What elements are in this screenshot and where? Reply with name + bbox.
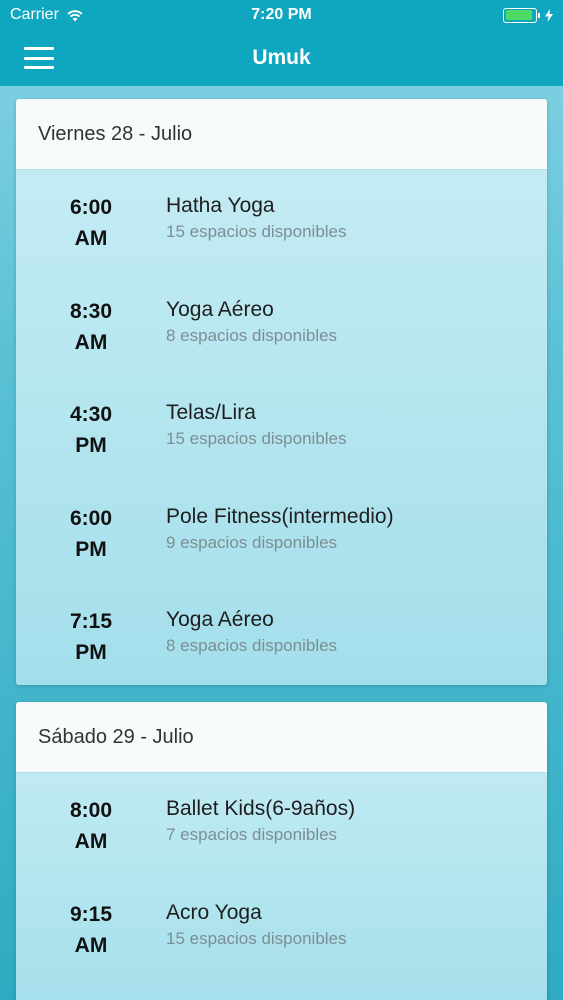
class-time: 8:30 AM: [16, 296, 166, 378]
class-name: Yoga Aéreo: [166, 608, 274, 631]
class-spaces: 8 espacios disponibles: [166, 636, 338, 655]
class-info: Pole Fitness(intermedio) 9 espacios disp…: [166, 503, 394, 585]
class-row[interactable]: 6:00 PM Pole Fitness(intermedio) 9 espac…: [16, 481, 547, 585]
class-info: Telas/Lira 15 espacios disponibles: [166, 399, 347, 481]
wifi-icon: [67, 9, 83, 21]
class-time-hour: 4:30: [69, 403, 113, 426]
class-info: Yoga Aéreo 8 espacios disponibles: [166, 606, 337, 685]
class-time-hour: 8:00: [69, 799, 113, 822]
class-spaces: 7 espacios disponibles: [166, 825, 338, 844]
class-info: Yoga Aéreo 8 espacios disponibles: [166, 296, 337, 378]
class-time: 6:00 AM: [16, 192, 166, 274]
status-time: 7:20 PM: [251, 6, 312, 23]
class-name: Yoga Aéreo: [166, 297, 274, 321]
class-name: Acro Yoga: [166, 900, 262, 924]
class-name: Ballet Kids(6-9años): [166, 797, 356, 820]
class-time-period: PM: [75, 537, 107, 561]
day-header: Sábado 29 - Julio: [16, 702, 547, 773]
class-spaces: 15 espacios disponibles: [166, 429, 347, 448]
class-row[interactable]: 7:15 PM Yoga Aéreo 8 espacios disponible…: [16, 584, 547, 685]
class-time: 6:00 PM: [16, 503, 166, 585]
class-spaces: 8 espacios disponibles: [166, 325, 338, 345]
class-time-period: AM: [74, 330, 108, 354]
class-time-hour: 6:00: [69, 506, 113, 530]
class-time-hour: 7:15: [69, 610, 113, 633]
status-left: Carrier: [10, 6, 84, 24]
class-time: 4:30 PM: [16, 399, 166, 481]
day-card: Sábado 29 - Julio 8:00 AM Ballet Kids(6-…: [16, 702, 547, 1000]
class-row[interactable]: 4:30 PM Telas/Lira 15 espacios disponibl…: [16, 377, 547, 481]
nav-bar: Umuk: [0, 30, 563, 86]
class-name: Pole Fitness(intermedio): [166, 504, 394, 528]
class-info: Ballet Kids(6-9años) 7 espacios disponib…: [166, 795, 355, 877]
class-name: Telas/Lira: [166, 401, 256, 424]
class-time-period: PM: [75, 641, 107, 664]
class-time: 8:00 AM: [16, 795, 166, 877]
class-row[interactable]: 6:00 AM Hatha Yoga 15 espacios disponibl…: [16, 170, 547, 274]
class-row[interactable]: 8:30 AM Yoga Aéreo 8 espacios disponible…: [16, 274, 547, 378]
class-name: Hatha Yoga: [166, 194, 275, 217]
class-info: Hatha Yoga 15 espacios disponibles: [166, 192, 347, 274]
class-info: Acro Yoga 15 espacios disponibles: [166, 899, 347, 981]
class-time-hour: 9:15: [69, 902, 113, 926]
battery-level: [505, 10, 532, 20]
class-time-period: AM: [74, 830, 108, 853]
class-time: 7:15 PM: [16, 606, 166, 685]
battery-icon: [503, 7, 540, 23]
class-time: 9:15 AM: [16, 899, 166, 981]
class-row[interactable]: 8:00 AM Ballet Kids(6-9años) 7 espacios …: [16, 773, 547, 877]
schedule-list[interactable]: Viernes 28 - Julio 6:00 AM Hatha Yoga 15…: [0, 86, 563, 1000]
nav-title: Umuk: [252, 46, 311, 69]
class-time-period: AM: [74, 227, 108, 250]
day-card: Viernes 28 - Julio 6:00 AM Hatha Yoga 15…: [16, 99, 547, 685]
charging-icon: [545, 8, 553, 22]
class-row[interactable]: 9:15 AM Acro Yoga 15 espacios disponible…: [16, 877, 547, 981]
class-spaces: 9 espacios disponibles: [166, 532, 338, 552]
class-spaces: 15 espacios disponibles: [166, 222, 347, 241]
hamburger-menu-icon[interactable]: [24, 47, 54, 69]
carrier-label: Carrier: [10, 6, 59, 23]
day-header: Viernes 28 - Julio: [16, 99, 547, 170]
class-time-period: PM: [75, 434, 107, 457]
class-time-hour: 8:30: [69, 299, 113, 323]
class-spaces: 15 espacios disponibles: [166, 928, 347, 948]
class-time-hour: 6:00: [69, 196, 113, 219]
status-right: [503, 7, 553, 23]
status-bar: Carrier 7:20 PM: [0, 0, 563, 30]
class-time-period: AM: [74, 933, 108, 957]
